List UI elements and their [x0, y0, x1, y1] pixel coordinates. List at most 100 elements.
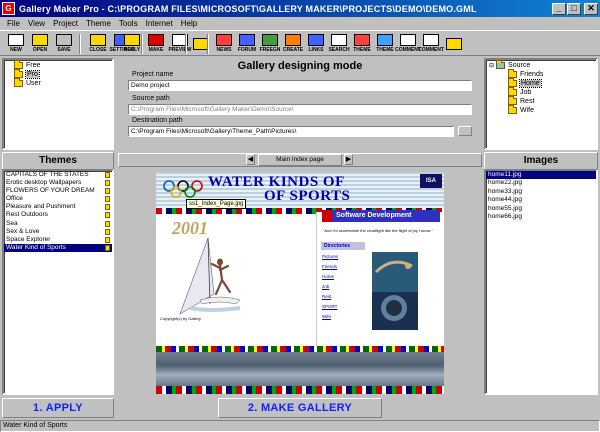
toolbar-open-button[interactable]: OPEN: [29, 33, 51, 54]
themes-list[interactable]: CAPITALS OF THE STATES Erotic desktop Wal…: [2, 169, 114, 395]
menu-theme[interactable]: Theme: [82, 19, 115, 28]
tree-item-pro[interactable]: Pro: [14, 69, 40, 79]
page-selector[interactable]: Main index page: [258, 154, 342, 166]
toolbar-brush-button[interactable]: [443, 33, 465, 54]
toolbar-comment-button[interactable]: COMMENT: [418, 33, 444, 54]
toolbar-theme-button[interactable]: THEME: [351, 33, 373, 54]
toolbar-freegn-button[interactable]: FREEGN: [259, 33, 281, 54]
minimize-button[interactable]: _: [552, 2, 566, 15]
toolbar-make-button[interactable]: MAKE: [145, 33, 167, 54]
menu-help[interactable]: Help: [177, 19, 201, 28]
source-folder-tree[interactable]: ⊟ Source Friends Home Job Rest Wife: [484, 58, 598, 150]
toolbar-theme-button[interactable]: THEME: [374, 33, 396, 54]
tree-item-friends[interactable]: Friends: [508, 69, 543, 78]
images-header: Images: [484, 152, 598, 170]
toolbar-label: NEW: [10, 47, 22, 53]
images-list[interactable]: home11.jpg home22.jpg home33.jpg home44.jpg…: [484, 169, 598, 395]
toolbar-create-button[interactable]: CREATE: [282, 33, 304, 54]
image-list-item[interactable]: home11.jpg: [486, 171, 596, 180]
toolbar-save-button[interactable]: SAVE: [53, 33, 75, 54]
toolbar-search-button[interactable]: SEARCH: [328, 33, 350, 54]
toolbar-label: COMMENT: [395, 47, 421, 53]
theme-list-item[interactable]: Office: [4, 195, 112, 203]
toolbar-separator: [79, 34, 81, 54]
toolbar-apply-button[interactable]: APPLY: [121, 33, 143, 54]
folder-icon: [508, 69, 517, 78]
menu-view[interactable]: View: [24, 19, 49, 28]
tree-item-source[interactable]: ⊟ Source: [489, 60, 530, 69]
image-list-item[interactable]: home33.jpg: [486, 188, 596, 196]
windsurfer-image: [179, 237, 241, 315]
menu-file[interactable]: File: [3, 19, 24, 28]
theme-list-item[interactable]: Pleasure and Pushment: [4, 203, 112, 211]
tree-item-wife[interactable]: Wife: [508, 105, 534, 114]
toolbar-comment-button[interactable]: COMMENT: [395, 33, 421, 54]
tree-item-rest[interactable]: Rest: [508, 96, 534, 105]
folder-icon: [14, 60, 23, 69]
next-page-button[interactable]: ▶: [344, 154, 353, 165]
source-path-field[interactable]: C:\Program Files\Microsoft\Gallery Maker…: [128, 104, 472, 115]
destination-path-field[interactable]: C:\Program Files\Microsoft\Gallery\Theme…: [128, 126, 454, 137]
preview-link: Wife: [322, 314, 331, 319]
tree-item-job[interactable]: Job: [508, 87, 531, 96]
theme-list-item[interactable]: Space Explorer: [4, 236, 112, 244]
toolbar-preview-button[interactable]: PREVIEW: [168, 33, 192, 54]
folder-icon: [14, 69, 23, 78]
theme-list-item[interactable]: Sex & Love: [4, 228, 112, 236]
new-icon: [8, 34, 24, 46]
toolbar-label: PREVIEW: [168, 47, 192, 53]
theme-name: Sea: [6, 219, 18, 227]
preview-caption: Copyright(c) by Gallery: [160, 316, 201, 321]
tree-item-free[interactable]: Free: [14, 60, 40, 69]
sport-photo-image: [372, 252, 418, 330]
project-name-label: Project name: [132, 71, 174, 78]
theme-name: Space Explorer: [6, 235, 51, 243]
prev-page-button[interactable]: ◀: [246, 154, 255, 165]
make-arrow-icon: [148, 34, 164, 46]
theme-name: CAPITALS OF THE STATES: [6, 171, 89, 178]
toolbar-label: FREEGN: [259, 47, 281, 53]
toolbar-new-button[interactable]: NEW: [5, 33, 27, 54]
tree-item-home[interactable]: Home: [508, 78, 542, 88]
menu-project[interactable]: Project: [49, 19, 82, 28]
theme-list-item[interactable]: Sea: [4, 220, 112, 228]
theme-list-item[interactable]: Erotic desktop Wallpapers: [4, 179, 112, 187]
toolbar-separator: [185, 34, 187, 54]
tree-item-user[interactable]: User: [14, 78, 41, 87]
theme-list-item[interactable]: Water Kind of Sports: [4, 243, 112, 252]
toolbar-links-button[interactable]: LINKS: [305, 33, 327, 54]
themes-header: Themes: [2, 152, 114, 170]
preview-link: Friends: [322, 264, 338, 269]
freegn-icon: [262, 34, 278, 46]
theme-list-item[interactable]: CAPITALS OF THE STATES: [4, 171, 112, 179]
make-gallery-button[interactable]: 2. MAKE GALLERY: [218, 398, 382, 418]
theme-list-item[interactable]: Rest Outdoors: [4, 211, 112, 219]
toolbar-forum-button[interactable]: FORUM: [236, 33, 258, 54]
open-folder-icon: [32, 34, 48, 46]
theme-list-item[interactable]: FLOWERS OF YOUR DREAM: [4, 187, 112, 195]
browse-button[interactable]: [458, 126, 472, 136]
image-list-item[interactable]: home55.jpg: [486, 205, 596, 213]
theme-category-tree[interactable]: Free Pro User: [2, 58, 114, 150]
maximize-button[interactable]: □: [567, 2, 581, 15]
preview-tagline: " And I'm underneath the crowflight like…: [322, 228, 433, 233]
toolbar-label: NEWS: [216, 47, 232, 53]
menu-tools[interactable]: Tools: [115, 19, 142, 28]
menu-internet[interactable]: Internet: [142, 19, 177, 28]
lock-icon: [105, 212, 110, 219]
image-list-item[interactable]: home22.jpg: [486, 179, 596, 187]
project-name-field[interactable]: Demo project: [128, 80, 472, 91]
toolbar-separator: [141, 34, 143, 54]
app-icon[interactable]: G: [2, 2, 15, 15]
lock-icon: [105, 172, 110, 178]
theme-name: Water Kind of Sports: [6, 243, 66, 251]
image-list-item[interactable]: home44.jpg: [486, 196, 596, 204]
lock-icon: [105, 196, 110, 203]
image-list-item[interactable]: home66.jpg: [486, 213, 596, 221]
apply-button[interactable]: 1. APPLY: [2, 398, 114, 418]
toolbar-close-button[interactable]: CLOSE: [87, 33, 109, 54]
directories-label: Directories: [321, 242, 365, 250]
close-button[interactable]: ✕: [584, 2, 598, 15]
toolbar-news-button[interactable]: NEWS: [213, 33, 235, 54]
preview-link: Pictures: [322, 254, 339, 259]
